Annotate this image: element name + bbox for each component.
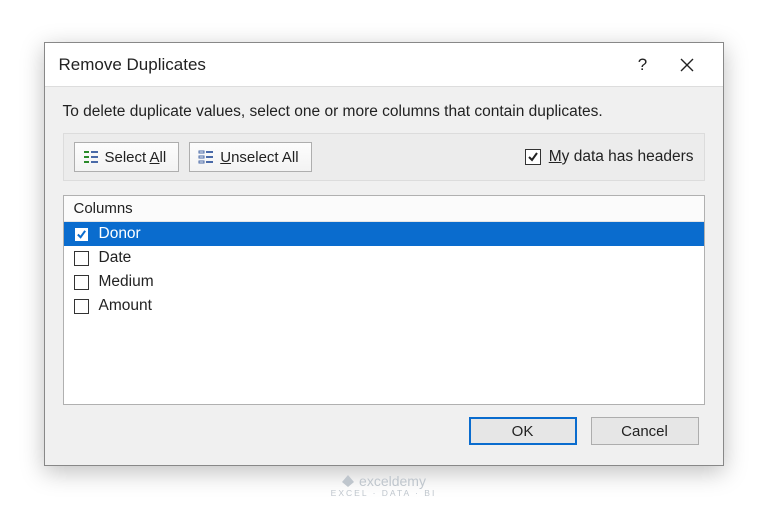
- watermark-tagline: EXCEL · DATA · BI: [0, 488, 767, 498]
- select-all-label: Select All: [105, 149, 167, 166]
- column-checkbox[interactable]: [74, 251, 89, 266]
- dialog-title: Remove Duplicates: [59, 55, 621, 75]
- check-icon: [527, 151, 539, 163]
- column-name: Medium: [99, 273, 154, 291]
- watermark: exceldemy EXCEL · DATA · BI: [0, 473, 767, 498]
- watermark-brand: exceldemy: [359, 473, 426, 489]
- unselect-all-icon: [198, 149, 214, 165]
- dialog-footer: OK Cancel: [63, 405, 705, 449]
- help-button[interactable]: ?: [621, 43, 665, 87]
- headers-checkbox[interactable]: My data has headers: [525, 148, 694, 166]
- unselect-all-label: Unselect All: [220, 149, 298, 166]
- instruction-text: To delete duplicate values, select one o…: [63, 103, 705, 121]
- columns-listbox[interactable]: Columns Donor Date Medium Amount: [63, 195, 705, 405]
- select-all-icon: [83, 149, 99, 165]
- column-row[interactable]: Amount: [64, 294, 704, 318]
- ok-button[interactable]: OK: [469, 417, 577, 445]
- column-name: Donor: [99, 225, 141, 243]
- column-name: Date: [99, 249, 132, 267]
- column-checkbox[interactable]: [74, 299, 89, 314]
- cancel-button[interactable]: Cancel: [591, 417, 699, 445]
- toolbar: Select All Unselect All My data has head…: [63, 133, 705, 181]
- column-row[interactable]: Donor: [64, 222, 704, 246]
- close-button[interactable]: [665, 43, 709, 87]
- column-checkbox[interactable]: [74, 275, 89, 290]
- remove-duplicates-dialog: Remove Duplicates ? To delete duplicate …: [44, 42, 724, 466]
- columns-header: Columns: [64, 196, 704, 222]
- column-row[interactable]: Medium: [64, 270, 704, 294]
- unselect-all-button[interactable]: Unselect All: [189, 142, 311, 172]
- dialog-body: To delete duplicate values, select one o…: [45, 87, 723, 465]
- logo-icon: [341, 474, 355, 488]
- close-icon: [680, 58, 694, 72]
- column-row[interactable]: Date: [64, 246, 704, 270]
- headers-checkbox-label: My data has headers: [549, 148, 694, 166]
- headers-checkbox-box: [525, 149, 541, 165]
- column-name: Amount: [99, 297, 152, 315]
- select-all-button[interactable]: Select All: [74, 142, 180, 172]
- check-icon: [76, 229, 87, 240]
- column-checkbox[interactable]: [74, 227, 89, 242]
- titlebar: Remove Duplicates ?: [45, 43, 723, 87]
